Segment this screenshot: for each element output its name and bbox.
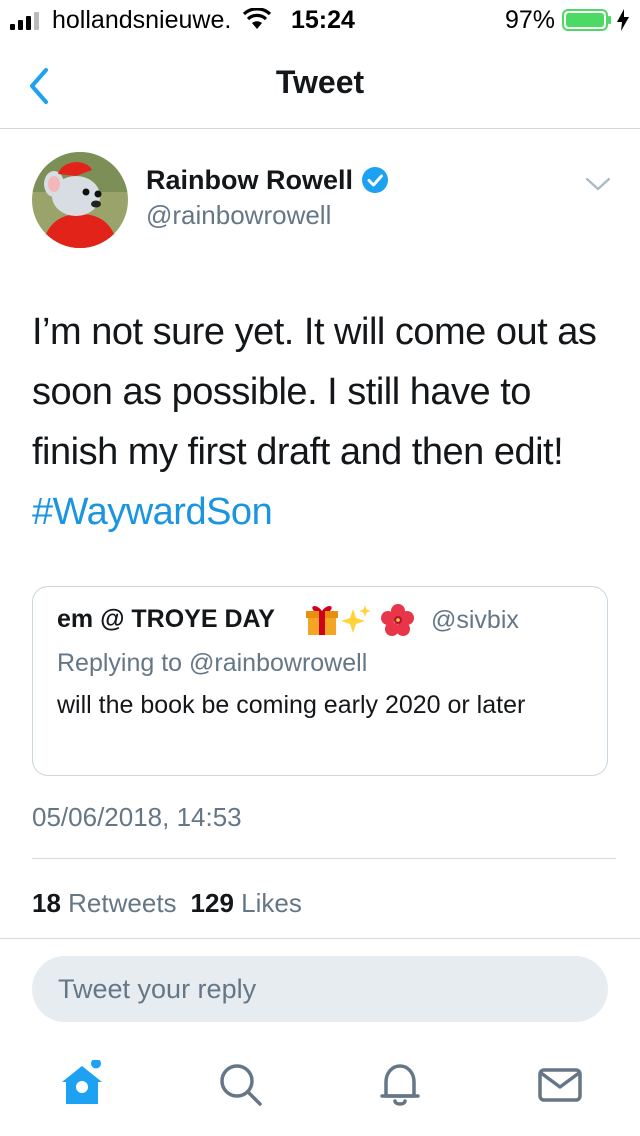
author-handle[interactable]: @rainbowrowell: [146, 200, 331, 231]
retweets-label: Retweets: [68, 888, 177, 918]
battery-icon: [562, 9, 611, 31]
notifications-icon[interactable]: [376, 1060, 424, 1108]
tweet-body: I’m not sure yet. It will come out as so…: [32, 311, 597, 473]
likes-count: 129: [190, 888, 234, 918]
messages-icon[interactable]: [536, 1060, 584, 1108]
gift-icon: [306, 606, 338, 635]
reply-input[interactable]: Tweet your reply: [32, 956, 608, 1022]
signal-icon: [10, 12, 39, 30]
divider: [32, 858, 616, 859]
hashtag-link[interactable]: #WaywardSon: [32, 491, 273, 533]
status-time: 15:24: [291, 6, 355, 34]
quoted-author-name: em @ TROYE DAY: [57, 605, 275, 633]
carrier-name: hollandsnieuwe.: [52, 6, 232, 34]
navigation-header: Tweet: [0, 40, 640, 129]
status-bar: hollandsnieuwe. 15:24 97%: [0, 0, 640, 40]
tab-bar: [0, 1044, 640, 1136]
sparkles-icon: [341, 605, 371, 633]
battery-percentage: 97%: [505, 6, 556, 34]
retweets-count: 18: [32, 888, 61, 918]
divider: [0, 938, 640, 939]
charging-icon: [617, 9, 629, 31]
verified-badge-icon: [362, 167, 388, 193]
search-icon[interactable]: [216, 1060, 264, 1108]
wifi-icon: [242, 8, 272, 29]
quoted-author-handle: @sivbix: [431, 606, 519, 634]
tweet-timestamp: 05/06/2018, 14:53: [32, 802, 242, 832]
likes-label: Likes: [241, 888, 302, 918]
quoted-tweet-text: will the book be coming early 2020 or la…: [57, 691, 526, 719]
replying-to-label: Replying to @rainbowrowell: [57, 649, 368, 677]
chevron-down-icon[interactable]: [584, 174, 612, 194]
home-icon[interactable]: [58, 1060, 106, 1108]
tweet-stats: 18 Retweets 129 Likes: [32, 888, 302, 919]
retweets-stat[interactable]: 18 Retweets: [32, 888, 177, 918]
author-name[interactable]: Rainbow Rowell: [146, 165, 353, 196]
hibiscus-icon: [381, 604, 414, 636]
page-title: Tweet: [275, 64, 365, 100]
likes-stat[interactable]: 129 Likes: [191, 888, 302, 918]
quoted-tweet[interactable]: em @ TROYE DAY @sivbix Replying to @rain…: [32, 586, 608, 776]
tweet-text: I’m not sure yet. It will come out as so…: [32, 302, 622, 542]
avatar[interactable]: [32, 152, 128, 248]
